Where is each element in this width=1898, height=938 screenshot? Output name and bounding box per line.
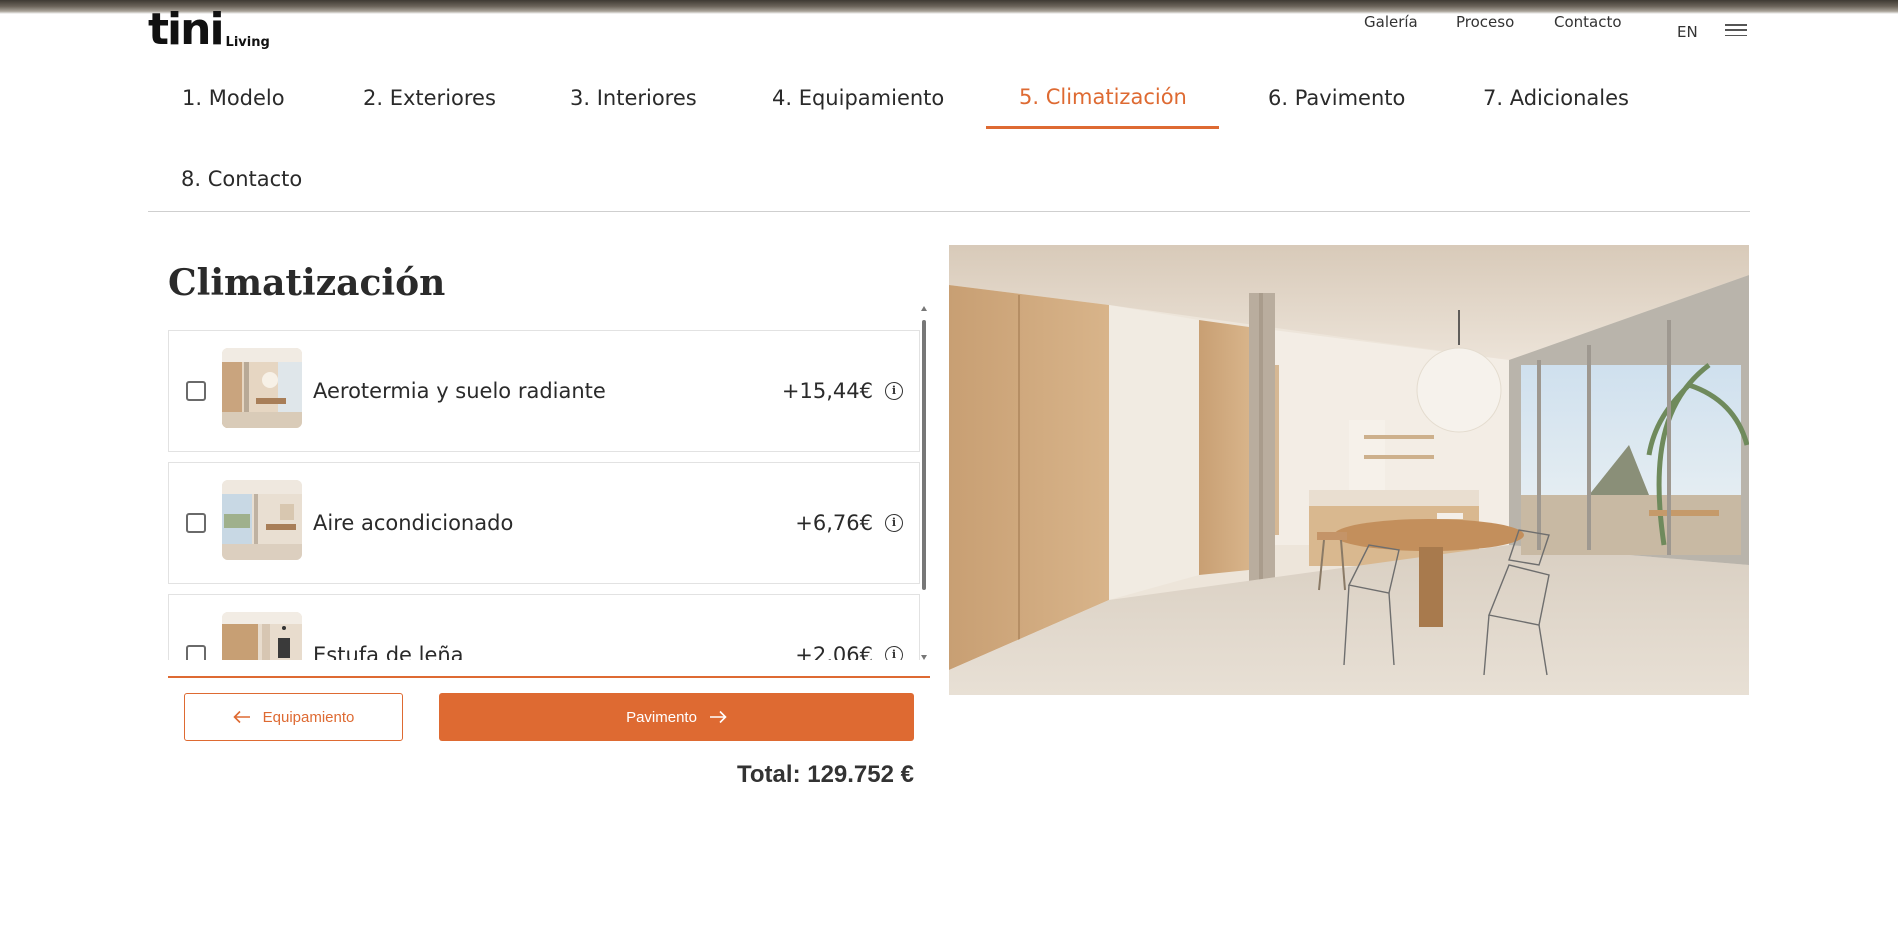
interior-preview-image [949, 245, 1749, 695]
next-step-button[interactable]: Pavimento [439, 693, 914, 741]
logo-wordmark: tini [148, 4, 225, 55]
scroll-down-arrow-icon[interactable] [921, 655, 927, 660]
nav-link-galeria[interactable]: Galería [1364, 13, 1418, 31]
arrow-right-icon [709, 710, 727, 724]
option-price: +15,44€ [781, 379, 873, 403]
list-divider [168, 676, 930, 678]
nav-link-contacto[interactable]: Contacto [1554, 13, 1622, 31]
options-scrollbar[interactable] [918, 306, 930, 660]
option-label: Estufa de leña [313, 643, 464, 660]
option-price: +2,06€ [795, 643, 873, 660]
previous-step-button[interactable]: Equipamiento [184, 693, 403, 741]
active-step-underline [986, 126, 1219, 129]
option-thumbnail [222, 480, 302, 560]
step-tab-interiores[interactable]: 3. Interiores [570, 86, 697, 110]
step-tab-pavimento[interactable]: 6. Pavimento [1268, 86, 1405, 110]
step-tab-contacto[interactable]: 8. Contacto [181, 167, 302, 191]
top-photo-strip [0, 0, 1898, 14]
step-tab-modelo[interactable]: 1. Modelo [182, 86, 285, 110]
option-checkbox[interactable] [186, 381, 206, 401]
step-tab-exteriores[interactable]: 2. Exteriores [363, 86, 496, 110]
option-card-aire-acondicionado[interactable]: Aire acondicionado +6,76€ i [168, 462, 920, 584]
option-card-aerotermia[interactable]: Aerotermia y suelo radiante +15,44€ i [168, 330, 920, 452]
logo-subtitle: Living [225, 35, 270, 50]
option-label: Aire acondicionado [313, 511, 514, 535]
previous-step-label: Equipamiento [262, 708, 355, 726]
option-price: +6,76€ [795, 511, 873, 535]
nav-link-proceso[interactable]: Proceso [1456, 13, 1514, 31]
total-price: Total: 129.752 € [737, 761, 914, 788]
step-tab-equipamiento[interactable]: 4. Equipamiento [772, 86, 944, 110]
option-thumbnail [222, 348, 302, 428]
next-step-label: Pavimento [626, 708, 697, 726]
info-icon[interactable]: i [885, 382, 903, 400]
info-icon[interactable]: i [885, 646, 903, 660]
tini-living-logo[interactable]: tini Living [148, 8, 270, 52]
options-list[interactable]: Aerotermia y suelo radiante +15,44€ i Ai… [168, 330, 930, 660]
language-switch[interactable]: EN [1677, 23, 1698, 41]
step-tab-adicionales[interactable]: 7. Adicionales [1483, 86, 1629, 110]
info-icon[interactable]: i [885, 514, 903, 532]
option-card-estufa-de-lena[interactable]: Estufa de leña +2,06€ i [168, 594, 920, 660]
scrollbar-thumb[interactable] [922, 320, 926, 590]
arrow-left-icon [232, 710, 250, 724]
section-title: Climatización [168, 262, 446, 304]
option-checkbox[interactable] [186, 645, 206, 660]
step-tab-climatizacion[interactable]: 5. Climatización [1019, 85, 1187, 109]
scroll-up-arrow-icon[interactable] [921, 306, 927, 311]
hamburger-menu-icon[interactable] [1725, 21, 1747, 39]
option-thumbnail [222, 612, 302, 660]
option-label: Aerotermia y suelo radiante [313, 379, 606, 403]
option-checkbox[interactable] [186, 513, 206, 533]
configurator-steps: 1. Modelo 2. Exteriores 3. Interiores 4.… [148, 70, 1750, 212]
